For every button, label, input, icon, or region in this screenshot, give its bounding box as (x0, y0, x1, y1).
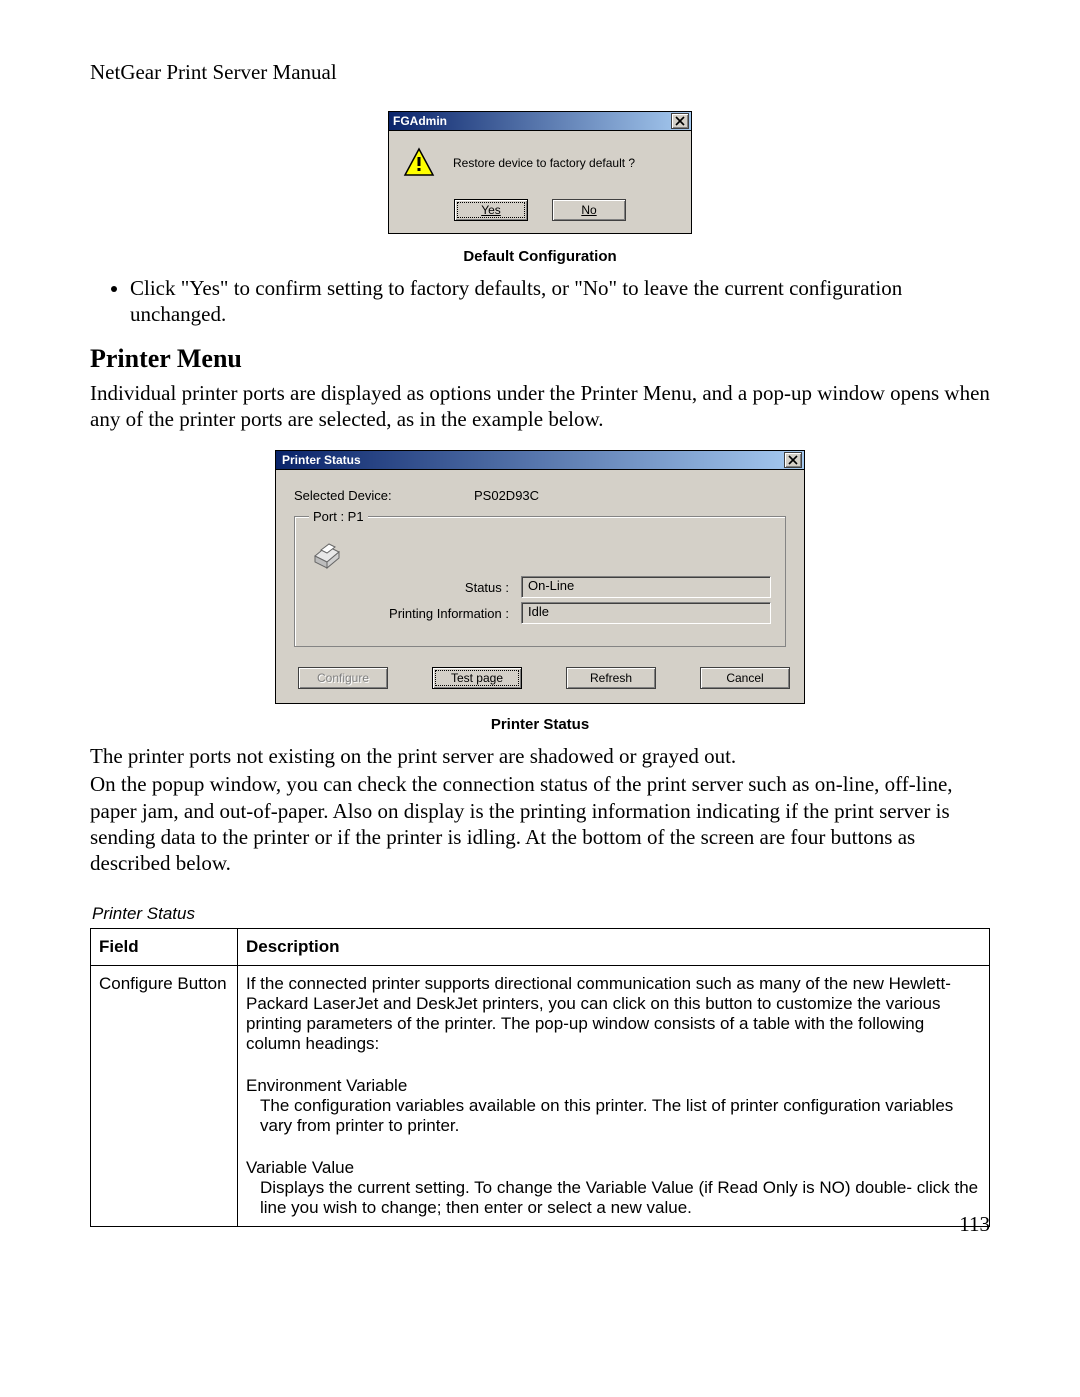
page-number: 113 (959, 1212, 990, 1237)
printer-status-title: Printer Status (282, 453, 784, 467)
env-variable-body: The configuration variables available on… (246, 1096, 981, 1136)
selected-device-label: Selected Device: (294, 488, 474, 503)
bullet-instruction: Click "Yes" to confirm setting to factor… (130, 275, 990, 328)
env-variable-heading: Environment Variable (246, 1076, 981, 1096)
selected-device-value: PS02D93C (474, 488, 539, 503)
cancel-button[interactable]: Cancel (700, 667, 790, 689)
th-field: Field (91, 929, 238, 966)
table-title: Printer Status (92, 904, 990, 924)
para-popup-description: On the popup window, you can check the c… (90, 771, 990, 876)
fgadmin-titlebar: FGAdmin (388, 111, 692, 131)
desc-main-text: If the connected printer supports direct… (246, 974, 981, 1054)
port-legend: Port : P1 (309, 509, 368, 524)
no-button[interactable]: No (552, 199, 626, 221)
para-ports-grayed: The printer ports not existing on the pr… (90, 743, 990, 769)
status-label: Status : (309, 580, 521, 595)
variable-value-body: Displays the current setting. To change … (246, 1178, 981, 1218)
printer-status-dialog: Printer Status Selected Device: PS02D93C… (275, 450, 805, 704)
figure-caption-default-config: Default Configuration (90, 248, 990, 265)
table-row: Configure Button If the connected printe… (91, 966, 990, 1227)
yes-button[interactable]: Yes (454, 199, 528, 221)
printing-info-label: Printing Information : (309, 606, 521, 621)
printing-info-value: Idle (521, 602, 771, 624)
fgadmin-dialog: FGAdmin (388, 111, 692, 234)
variable-value-heading: Variable Value (246, 1158, 981, 1178)
printer-status-table: Field Description Configure Button If th… (90, 928, 990, 1227)
close-icon[interactable] (784, 452, 802, 468)
port-groupbox: Port : P1 Status : On-Line (294, 509, 786, 647)
close-icon[interactable] (671, 113, 689, 129)
document-title: NetGear Print Server Manual (90, 60, 990, 85)
printer-icon (309, 536, 343, 570)
cell-field: Configure Button (91, 966, 238, 1227)
printer-menu-heading: Printer Menu (90, 344, 990, 374)
fgadmin-title: FGAdmin (393, 114, 671, 128)
warning-icon (403, 147, 435, 179)
fgadmin-message: Restore device to factory default ? (453, 156, 635, 170)
test-page-button[interactable]: Test page (432, 667, 522, 689)
table-header-row: Field Description (91, 929, 990, 966)
figure-caption-printer-status: Printer Status (90, 716, 990, 733)
cell-description: If the connected printer supports direct… (238, 966, 990, 1227)
printer-status-titlebar: Printer Status (275, 450, 805, 470)
refresh-button[interactable]: Refresh (566, 667, 656, 689)
configure-button[interactable]: Configure (298, 667, 388, 689)
status-value: On-Line (521, 576, 771, 598)
printer-menu-intro: Individual printer ports are displayed a… (90, 380, 990, 433)
th-description: Description (238, 929, 990, 966)
